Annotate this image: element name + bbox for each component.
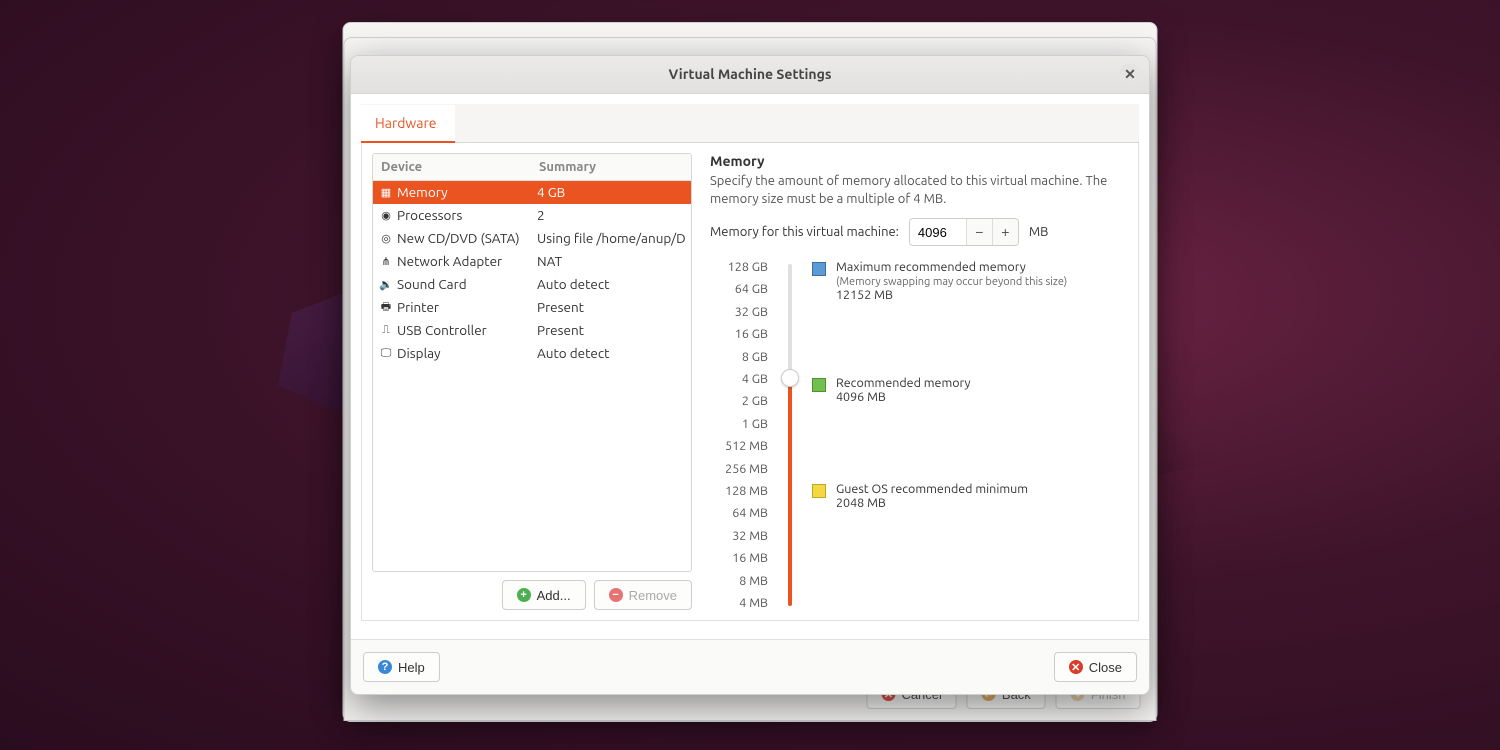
device-summary: Auto detect — [531, 345, 691, 361]
help-icon: ? — [378, 660, 392, 674]
device-name: Sound Card — [397, 276, 467, 292]
slider-tick-label: 32 MB — [710, 529, 768, 543]
tab-hardware[interactable]: Hardware — [361, 105, 455, 143]
device-name: Printer — [397, 299, 439, 315]
close-icon: ✕ — [1124, 66, 1136, 83]
device-summary: Using file /home/anup/D — [531, 230, 691, 246]
legend-rec-title: Recommended memory — [836, 376, 971, 390]
device-row-new-cd-dvd-sata-[interactable]: ◎ New CD/DVD (SATA) Using file /home/anup/… — [373, 227, 691, 250]
device-list: Device Summary ▦ Memory 4 GB ◉ Processors 2 ◎ N… — [372, 153, 692, 572]
device-summary: Present — [531, 322, 691, 338]
legend-min-value: 2048 MB — [836, 496, 886, 510]
device-row-printer[interactable]: 🖶 Printer Present — [373, 296, 691, 319]
device-name: USB Controller — [397, 322, 487, 338]
remove-device-label: Remove — [629, 588, 677, 603]
vm-settings-dialog: Virtual Machine Settings ✕ Hardware Devi… — [350, 55, 1150, 695]
help-label: Help — [398, 660, 425, 675]
slider-handle[interactable] — [781, 369, 799, 387]
memory-slider[interactable] — [782, 260, 798, 610]
device-summary: Present — [531, 299, 691, 315]
memory-input-label: Memory for this virtual machine: — [710, 225, 899, 239]
device-summary: NAT — [531, 253, 691, 269]
legend-min: Guest OS recommended minimum 2048 MB — [812, 482, 1028, 510]
usb-icon: ⎍ — [379, 323, 393, 337]
slider-tick-label: 32 GB — [710, 305, 768, 319]
slider-tick-label: 4 GB — [710, 372, 768, 386]
plus-small-icon: + — [1001, 224, 1009, 240]
device-summary: Auto detect — [531, 276, 691, 292]
legend-rec-value: 4096 MB — [836, 390, 886, 404]
cpu-icon: ◉ — [379, 208, 393, 222]
slider-tick-label: 512 MB — [710, 439, 768, 453]
close-button[interactable]: ✕ Close — [1054, 652, 1137, 682]
add-device-label: Add... — [537, 588, 571, 603]
legend-max-sub: (Memory swapping may occur beyond this s… — [836, 276, 1067, 288]
device-summary: 2 — [531, 207, 691, 223]
disc-icon: ◎ — [379, 231, 393, 245]
legend-max: Maximum recommended memory (Memory swapp… — [812, 260, 1067, 302]
close-label: Close — [1089, 660, 1122, 675]
slider-tick-label: 64 GB — [710, 282, 768, 296]
slider-tick-label: 128 MB — [710, 484, 768, 498]
legend-min-title: Guest OS recommended minimum — [836, 482, 1028, 496]
minus-icon: − — [609, 588, 623, 602]
legend-max-title: Maximum recommended memory — [836, 260, 1067, 274]
minus-small-icon: − — [975, 224, 983, 240]
slider-tick-label: 8 MB — [710, 574, 768, 588]
legend-max-value: 12152 MB — [836, 288, 893, 302]
device-row-usb-controller[interactable]: ⎍ USB Controller Present — [373, 319, 691, 342]
plus-icon: + — [517, 588, 531, 602]
device-name: Display — [397, 345, 441, 361]
memory-increment-button[interactable]: + — [992, 219, 1018, 245]
memory-heading: Memory — [710, 153, 1128, 169]
slider-track-fill — [788, 376, 792, 606]
tab-hardware-label: Hardware — [375, 115, 437, 131]
memory-icon: ▦ — [379, 185, 393, 199]
device-row-network-adapter[interactable]: ⋔ Network Adapter NAT — [373, 250, 691, 273]
titlebar-close-button[interactable]: ✕ — [1119, 63, 1141, 85]
dialog-title: Virtual Machine Settings — [669, 66, 832, 82]
device-row-processors[interactable]: ◉ Processors 2 — [373, 204, 691, 227]
help-button[interactable]: ? Help — [363, 652, 440, 682]
remove-device-button[interactable]: − Remove — [594, 580, 692, 610]
device-name: New CD/DVD (SATA) — [397, 230, 520, 246]
slider-tick-label: 16 GB — [710, 327, 768, 341]
slider-tick-label: 4 MB — [710, 596, 768, 610]
slider-tick-label: 256 MB — [710, 462, 768, 476]
add-device-button[interactable]: + Add... — [502, 580, 586, 610]
device-row-sound-card[interactable]: 🔉 Sound Card Auto detect — [373, 273, 691, 296]
tab-bar: Hardware — [361, 104, 1139, 143]
legend-recommended: Recommended memory 4096 MB — [812, 376, 971, 404]
slider-tick-label: 16 MB — [710, 551, 768, 565]
titlebar: Virtual Machine Settings ✕ — [351, 56, 1149, 94]
column-header-device: Device — [373, 154, 531, 180]
memory-stepper: − + — [909, 218, 1019, 246]
printer-icon: 🖶 — [379, 300, 393, 314]
memory-description: Specify the amount of memory allocated t… — [710, 173, 1128, 208]
legend-swatch-yellow — [812, 484, 826, 498]
memory-unit: MB — [1029, 225, 1049, 239]
device-row-display[interactable]: 🖵 Display Auto detect — [373, 342, 691, 365]
slider-tick-label: 8 GB — [710, 350, 768, 364]
device-summary: 4 GB — [531, 184, 691, 200]
device-row-memory[interactable]: ▦ Memory 4 GB — [373, 181, 691, 204]
column-header-summary: Summary — [531, 154, 691, 180]
memory-slider-ticks: 128 GB 64 GB 32 GB 16 GB 8 GB 4 GB 2 GB 1 GB 512… — [710, 260, 768, 610]
sound-icon: 🔉 — [379, 277, 393, 291]
display-icon: 🖵 — [379, 346, 393, 360]
network-icon: ⋔ — [379, 254, 393, 268]
memory-decrement-button[interactable]: − — [966, 219, 992, 245]
slider-tick-label: 2 GB — [710, 394, 768, 408]
device-name: Memory — [397, 184, 448, 200]
device-name: Processors — [397, 207, 462, 223]
memory-legend: Maximum recommended memory (Memory swapp… — [812, 260, 1128, 610]
close-x-icon: ✕ — [1069, 660, 1083, 674]
legend-swatch-blue — [812, 262, 826, 276]
memory-input[interactable] — [910, 219, 966, 245]
slider-tick-label: 64 MB — [710, 506, 768, 520]
slider-tick-label: 128 GB — [710, 260, 768, 274]
legend-swatch-green — [812, 378, 826, 392]
slider-tick-label: 1 GB — [710, 417, 768, 431]
device-name: Network Adapter — [397, 253, 502, 269]
